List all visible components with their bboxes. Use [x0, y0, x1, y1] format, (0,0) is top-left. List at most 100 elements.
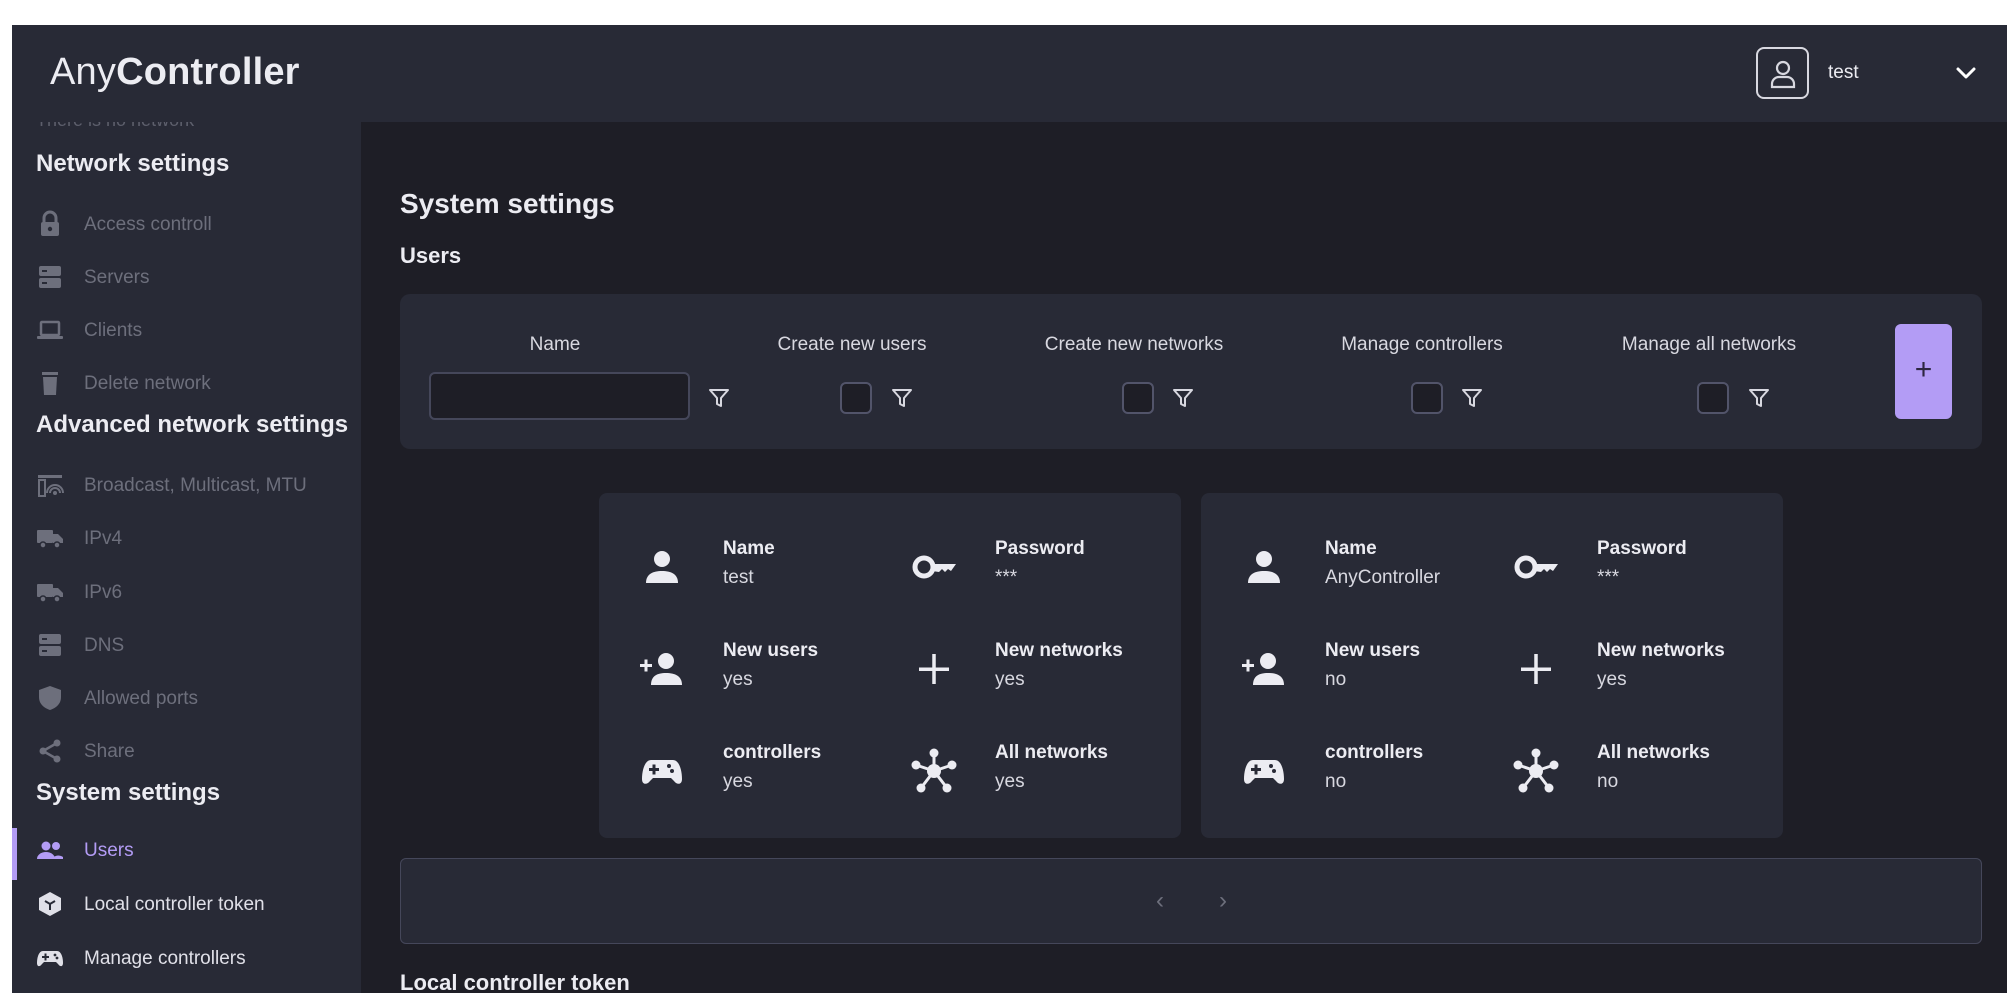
field-label: Password: [1597, 538, 1687, 559]
users-filter-panel: Name Create new users Create new network…: [400, 294, 1982, 449]
field-label: controllers: [1325, 742, 1424, 763]
page-title: System settings: [400, 188, 615, 219]
truck-icon: [37, 584, 63, 603]
key-icon: [912, 555, 956, 579]
sidebar-item-ipv4[interactable]: IPv4: [12, 516, 361, 560]
sidebar-item-label: Share: [84, 741, 135, 762]
filter-icon[interactable]: [1460, 386, 1484, 410]
name-filter-input[interactable]: [429, 372, 690, 420]
logo-bold-text: Controller: [116, 51, 300, 93]
field-label: controllers: [723, 742, 822, 763]
add-user-button[interactable]: +: [1895, 324, 1952, 419]
field-value: yes: [723, 771, 753, 792]
logo-light-text: Any: [50, 51, 117, 93]
sidebar-item-label: Manage controllers: [84, 948, 246, 969]
field-value: yes: [995, 771, 1025, 792]
sidebar-item-manage-controllers[interactable]: Manage controllers: [12, 936, 361, 980]
filter-icon[interactable]: [707, 386, 731, 410]
manage-controllers-checkbox[interactable]: [1411, 382, 1443, 414]
network-hub-icon: [911, 748, 957, 793]
user-card[interactable]: Name AnyController Password *** New user…: [1201, 493, 1783, 838]
sidebar-item-clients[interactable]: Clients: [12, 308, 361, 352]
user-password-field: Password ***: [911, 538, 1171, 598]
filter-icon[interactable]: [1747, 386, 1771, 410]
cube-icon: [39, 892, 61, 916]
field-label: Name: [723, 538, 775, 559]
field-label: Password: [995, 538, 1085, 559]
sidebar-item-label: DNS: [84, 635, 125, 656]
field-value: yes: [723, 669, 753, 690]
chevron-down-icon[interactable]: [1954, 61, 1978, 85]
users-section-title: Users: [400, 243, 462, 268]
main-content: System settings Users Name Create new us…: [361, 122, 2007, 993]
active-indicator: [12, 828, 17, 880]
username-label[interactable]: test: [1828, 62, 1859, 84]
server-icon: [39, 266, 61, 288]
pagination: ‹ ›: [400, 858, 1982, 944]
filter-header-create-new-networks: Create new networks: [1044, 334, 1224, 355]
sidebar[interactable]: There is no network Network settings Acc…: [12, 122, 361, 993]
user-icon: [1770, 60, 1796, 89]
sidebar-item-label: Servers: [84, 267, 150, 288]
sidebar-item-allowed-ports[interactable]: Allowed ports: [12, 676, 361, 720]
sidebar-item-broadcast[interactable]: Broadcast, Multicast, MTU: [12, 463, 361, 507]
sidebar-item-servers[interactable]: Servers: [12, 255, 361, 299]
filter-icon[interactable]: [890, 386, 914, 410]
user-name-field: Name test: [639, 538, 899, 598]
truck-icon: [37, 530, 63, 549]
sidebar-item-label: Delete network: [84, 373, 211, 394]
user-new-users-field: New users yes: [639, 640, 899, 700]
sidebar-item-label: Users: [84, 840, 134, 861]
sidebar-item-label: Clients: [84, 320, 143, 341]
server-icon: [39, 634, 61, 656]
broadcast-icon: [38, 475, 64, 497]
filter-header-manage-all-networks: Manage all networks: [1621, 334, 1797, 355]
next-page-button[interactable]: ›: [1219, 887, 1227, 915]
manage-all-networks-checkbox[interactable]: [1697, 382, 1729, 414]
sidebar-item-label: Broadcast, Multicast, MTU: [84, 475, 307, 496]
field-value: yes: [1597, 669, 1627, 690]
create-new-networks-checkbox[interactable]: [1122, 382, 1154, 414]
user-card[interactable]: Name test Password *** New users yes New…: [599, 493, 1181, 838]
person-icon: [646, 551, 678, 583]
field-value: test: [723, 567, 754, 588]
prev-page-button[interactable]: ‹: [1156, 887, 1164, 915]
share-icon: [39, 739, 61, 763]
advanced-settings-heading: Advanced network settings: [36, 411, 349, 438]
sidebar-item-share[interactable]: Share: [12, 729, 361, 773]
field-label: New users: [723, 640, 819, 661]
user-controllers-field: controllers yes: [639, 742, 899, 802]
user-all-networks-field: All networks no: [1513, 742, 1773, 802]
field-label: New users: [1325, 640, 1421, 661]
filter-icon[interactable]: [1171, 386, 1195, 410]
field-value: ***: [1597, 567, 1620, 588]
gamepad-icon: [642, 760, 682, 784]
app-logo[interactable]: AnyController: [50, 51, 300, 94]
sidebar-item-local-controller-token[interactable]: Local controller token: [12, 882, 361, 926]
user-new-users-field: New users no: [1241, 640, 1501, 700]
key-icon: [1514, 555, 1558, 579]
sidebar-item-dns[interactable]: DNS: [12, 623, 361, 667]
person-add-icon: [640, 653, 682, 685]
top-bar: AnyController test: [12, 25, 2007, 122]
create-new-users-checkbox[interactable]: [840, 382, 872, 414]
system-settings-heading: System settings: [36, 779, 221, 806]
user-new-networks-field: New networks yes: [911, 640, 1171, 700]
user-password-field: Password ***: [1513, 538, 1773, 598]
plus-icon: [919, 654, 949, 684]
user-avatar-button[interactable]: [1756, 47, 1809, 99]
field-label: New networks: [1597, 640, 1725, 661]
sidebar-item-label: IPv6: [84, 582, 123, 603]
sidebar-item-access-control[interactable]: Access controll: [12, 202, 361, 246]
filter-header-create-new-users: Create new users: [777, 334, 927, 355]
field-label: Name: [1325, 538, 1377, 559]
shield-icon: [39, 686, 61, 710]
sidebar-item-users[interactable]: Users: [12, 828, 361, 880]
laptop-icon: [37, 320, 63, 339]
gamepad-icon: [1244, 760, 1284, 784]
sidebar-item-label: Access controll: [84, 214, 212, 235]
field-value: yes: [995, 669, 1025, 690]
app-window: AnyController test There is no network N…: [12, 25, 2007, 993]
sidebar-item-ipv6[interactable]: IPv6: [12, 570, 361, 614]
sidebar-item-delete-network[interactable]: Delete network: [12, 361, 361, 405]
